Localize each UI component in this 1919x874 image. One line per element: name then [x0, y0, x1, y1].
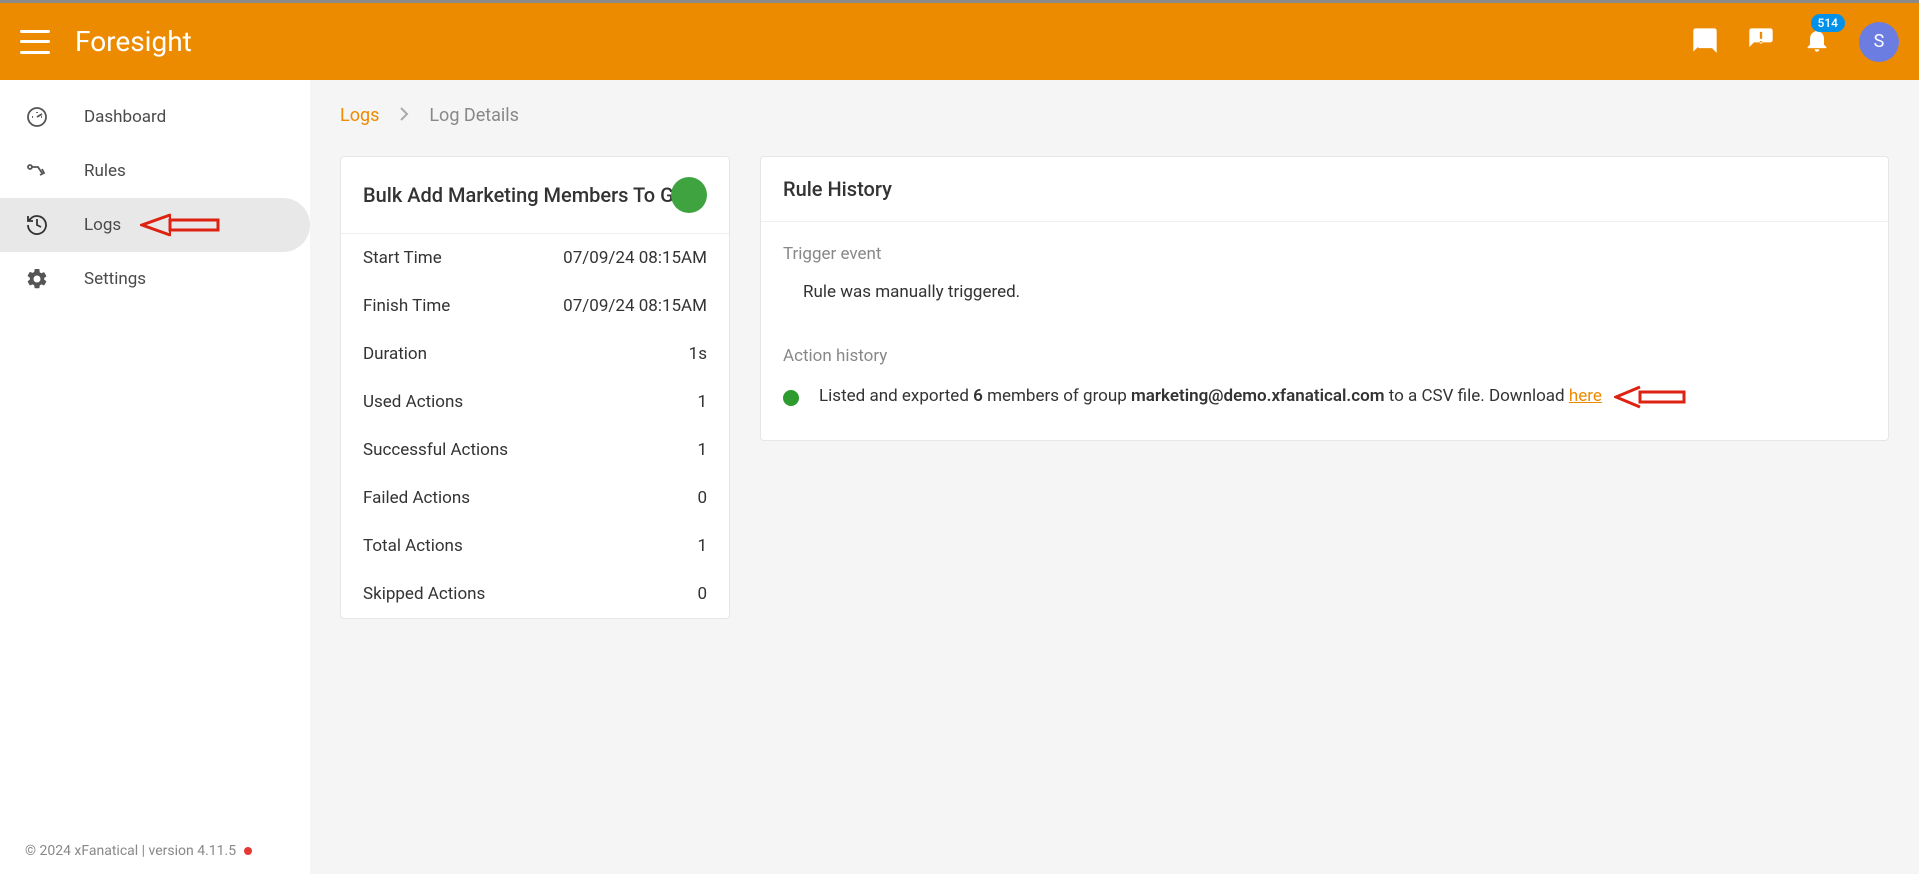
detail-label: Successful Actions [363, 440, 508, 460]
detail-label: Failed Actions [363, 488, 470, 508]
detail-value: 07/09/24 08:15AM [563, 296, 707, 316]
footer: © 2024 xFanatical | version 4.11.5 [0, 828, 310, 874]
detail-label: Start Time [363, 248, 442, 268]
dashboard-icon [25, 105, 49, 129]
header-actions: 514 S [1691, 22, 1899, 62]
detail-row-failed: Failed Actions 0 [341, 474, 729, 522]
detail-value: 1 [697, 392, 707, 412]
action-success-icon [783, 390, 799, 406]
sidebar-item-settings[interactable]: Settings [0, 252, 310, 306]
detail-row-skipped: Skipped Actions 0 [341, 570, 729, 618]
detail-row-total: Total Actions 1 [341, 522, 729, 570]
detail-value: 0 [697, 584, 707, 604]
breadcrumb-current: Log Details [429, 105, 519, 126]
detail-row-used: Used Actions 1 [341, 378, 729, 426]
detail-row-start: Start Time 07/09/24 08:15AM [341, 234, 729, 282]
sidebar-item-label: Dashboard [84, 107, 166, 127]
action-text-mid: members of group [983, 386, 1131, 406]
detail-row-duration: Duration 1s [341, 330, 729, 378]
chat-icon[interactable] [1691, 26, 1719, 58]
action-history-row: Listed and exported 6 members of group m… [761, 374, 1888, 440]
gear-icon [25, 267, 49, 291]
rule-history-card: Rule History Trigger event Rule was manu… [760, 156, 1889, 441]
app-title: Foresight [75, 25, 192, 58]
history-card-title: Rule History [783, 177, 892, 201]
detail-row-successful: Successful Actions 1 [341, 426, 729, 474]
notification-badge: 514 [1811, 14, 1845, 32]
detail-value: 1s [689, 344, 707, 364]
footer-text: © 2024 xFanatical | version 4.11.5 [25, 843, 236, 859]
breadcrumb-link-logs[interactable]: Logs [340, 105, 379, 126]
action-group-email: marketing@demo.xfanatical.com [1131, 386, 1384, 406]
menu-icon[interactable] [20, 30, 50, 54]
details-card-header: Bulk Add Marketing Members To Go [341, 157, 729, 234]
arrow-annotation-icon [140, 211, 220, 239]
download-link[interactable]: here [1569, 386, 1602, 406]
trigger-event-text: Rule was manually triggered. [761, 272, 1888, 324]
detail-label: Total Actions [363, 536, 463, 556]
avatar[interactable]: S [1859, 22, 1899, 62]
app-header: Foresight 514 S [0, 0, 1919, 80]
detail-value: 1 [697, 440, 707, 460]
log-details-card: Bulk Add Marketing Members To Go Start T… [340, 156, 730, 619]
main-content: Logs Log Details Bulk Add Marketing Memb… [310, 80, 1919, 874]
sidebar-item-dashboard[interactable]: Dashboard [0, 90, 310, 144]
notifications-icon[interactable]: 514 [1803, 26, 1831, 58]
arrow-annotation-icon [1614, 384, 1686, 410]
action-history-text: Listed and exported 6 members of group m… [819, 384, 1686, 410]
sidebar-item-label: Rules [84, 161, 126, 181]
feedback-icon[interactable] [1747, 26, 1775, 58]
detail-label: Skipped Actions [363, 584, 485, 604]
history-card-header: Rule History [761, 157, 1888, 222]
status-dot-icon [244, 847, 252, 855]
action-text-post: to a CSV file. Download [1384, 386, 1568, 406]
detail-label: Duration [363, 344, 427, 364]
action-text-pre: Listed and exported [819, 386, 973, 406]
action-history-label: Action history [761, 324, 1888, 374]
logs-icon [25, 213, 49, 237]
status-success-icon [671, 177, 707, 213]
detail-value: 07/09/24 08:15AM [563, 248, 707, 268]
details-card-title: Bulk Add Marketing Members To Go [363, 183, 681, 207]
detail-value: 1 [697, 536, 707, 556]
sidebar-item-label: Settings [84, 269, 146, 289]
detail-row-finish: Finish Time 07/09/24 08:15AM [341, 282, 729, 330]
detail-value: 0 [697, 488, 707, 508]
detail-label: Finish Time [363, 296, 450, 316]
trigger-event-label: Trigger event [761, 222, 1888, 272]
detail-label: Used Actions [363, 392, 463, 412]
sidebar-item-label: Logs [84, 215, 121, 235]
breadcrumb: Logs Log Details [340, 105, 1889, 126]
action-member-count: 6 [973, 386, 983, 406]
sidebar: Dashboard Rules Logs Settings © 2024 xFa… [0, 80, 310, 874]
rules-icon [25, 159, 49, 183]
sidebar-item-logs[interactable]: Logs [0, 198, 310, 252]
chevron-right-icon [399, 105, 409, 126]
sidebar-item-rules[interactable]: Rules [0, 144, 310, 198]
